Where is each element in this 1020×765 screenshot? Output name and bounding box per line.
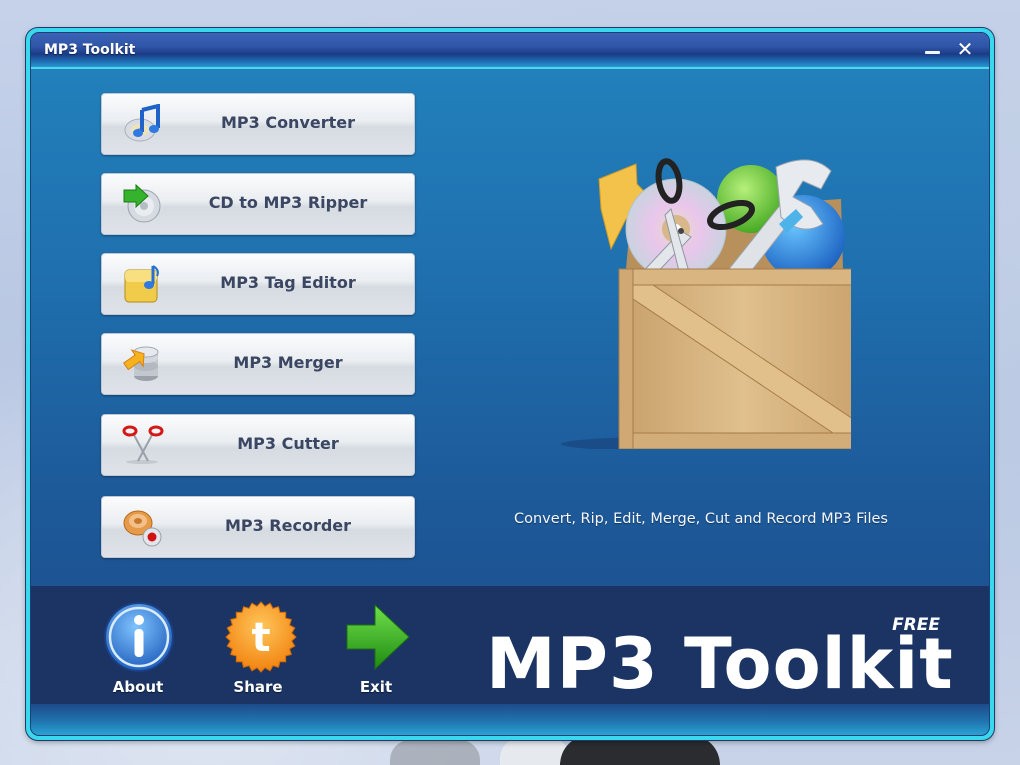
minimize-button[interactable]: [921, 38, 945, 60]
exit-label: Exit: [359, 678, 393, 696]
close-icon: ✕: [956, 37, 974, 61]
desktop-background-shape: [390, 740, 480, 765]
about-button[interactable]: About: [93, 601, 183, 701]
share-label: Share: [233, 678, 283, 696]
minimize-icon: [925, 51, 940, 54]
app-window: MP3 Toolkit ✕ MP3 Converter CD to MP3 Ri…: [26, 28, 994, 740]
mp3-merger-label: MP3 Merger: [233, 353, 343, 372]
music-note-cd-icon: [124, 104, 160, 142]
title-bar[interactable]: MP3 Toolkit ✕: [31, 33, 989, 69]
folder-music-icon: [124, 265, 159, 303]
mp3-converter-button[interactable]: MP3 Converter: [101, 93, 415, 155]
mp3-cutter-button[interactable]: MP3 Cutter: [101, 414, 415, 476]
mp3-recorder-button[interactable]: MP3 Recorder: [101, 496, 415, 558]
mp3-recorder-label: MP3 Recorder: [224, 516, 352, 535]
footer-bottom-strip: [31, 704, 989, 735]
mp3-cutter-label: MP3 Cutter: [237, 434, 339, 453]
arrow-right-icon: [346, 603, 410, 671]
cd-rip-arrow-icon: [123, 184, 161, 223]
window-title: MP3 Toolkit: [44, 42, 136, 58]
database-merge-icon: [122, 346, 159, 381]
brand-name: MP3 Toolkit: [486, 623, 954, 705]
tagline: Convert, Rip, Edit, Merge, Cut and Recor…: [514, 511, 888, 527]
speaker-record-icon: [123, 510, 162, 547]
share-badge-icon: t: [225, 601, 297, 673]
mp3-converter-label: MP3 Converter: [220, 113, 356, 132]
mp3-tag-editor-button[interactable]: MP3 Tag Editor: [101, 253, 415, 315]
info-icon: [104, 602, 174, 672]
about-label: About: [112, 678, 164, 696]
cd-to-mp3-ripper-button[interactable]: CD to MP3 Ripper: [101, 173, 415, 235]
brand-logo: FREE MP3 Toolkit: [486, 615, 956, 705]
scissors-icon: [122, 425, 164, 464]
toolbox-crate-illustration: [561, 158, 851, 449]
share-glyph: t: [251, 615, 270, 661]
cd-to-mp3-ripper-label: CD to MP3 Ripper: [208, 193, 368, 212]
share-button[interactable]: t Share: [213, 601, 303, 701]
close-button[interactable]: ✕: [953, 38, 977, 60]
mp3-tag-editor-label: MP3 Tag Editor: [220, 273, 356, 292]
mp3-merger-button[interactable]: MP3 Merger: [101, 333, 415, 395]
exit-button[interactable]: Exit: [331, 601, 421, 701]
window-body: MP3 Toolkit ✕ MP3 Converter CD to MP3 Ri…: [30, 32, 990, 736]
